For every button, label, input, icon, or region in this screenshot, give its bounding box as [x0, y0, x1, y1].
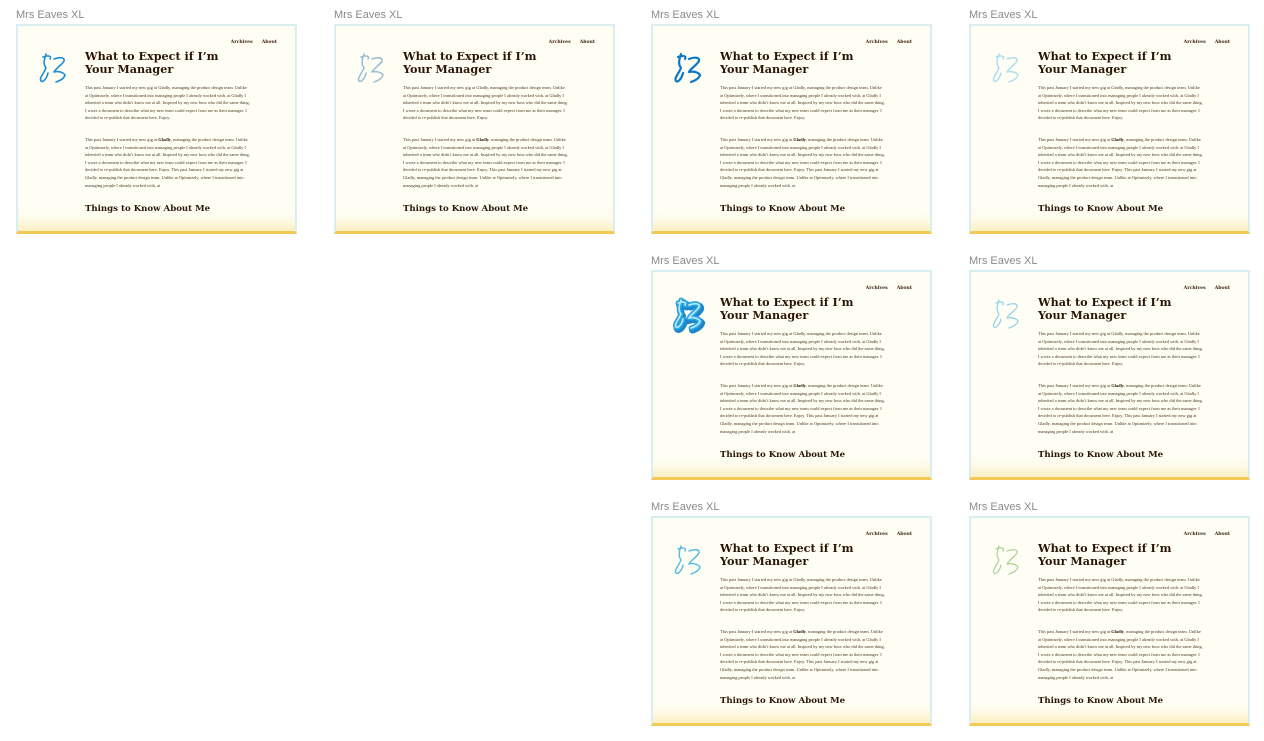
site-preview-frame[interactable]: Archives About What to Expect if I’m Your… [334, 24, 615, 234]
intro-paragraph: This past January I started my new gig a… [1038, 85, 1203, 121]
site-preview-frame[interactable]: Archives About What to Expect if I’m Your… [651, 270, 932, 480]
nav-archives-link[interactable]: Archives [866, 286, 888, 291]
site-preview-frame[interactable]: Archives About What to Expect if I’m Your… [16, 24, 297, 234]
section-heading: Things to Know About Me [720, 204, 846, 214]
body-paragraph: This past January I started my new gig a… [720, 383, 885, 434]
page-title: What to Expect if I’m Your Manager [1038, 541, 1172, 568]
frame-label[interactable]: Mrs Eaves XL [969, 9, 1037, 21]
nav-about-link[interactable]: About [897, 532, 912, 537]
nav-about-link[interactable]: About [1215, 286, 1230, 291]
nav-about-link[interactable]: About [1215, 532, 1230, 537]
nav-about-link[interactable]: About [897, 286, 912, 291]
site-preview-frame[interactable]: Archives About What to Expect if I’m Your… [969, 270, 1250, 480]
page-title: What to Expect if I’m Your Manager [1038, 49, 1172, 76]
body-paragraph: This past January I started my new gig a… [720, 629, 885, 680]
body-paragraph: This past January I started my new gig a… [403, 137, 568, 188]
jz-logo-icon[interactable] [669, 294, 709, 334]
site-nav: Archives About [549, 40, 595, 45]
page-title: What to Expect if I’m Your Manager [720, 49, 854, 76]
site-preview-frame[interactable]: Archives About What to Expect if I’m Your… [969, 24, 1250, 234]
frame-label[interactable]: Mrs Eaves XL [969, 255, 1037, 267]
page-title: What to Expect if I’m Your Manager [403, 49, 537, 76]
section-heading: Things to Know About Me [720, 696, 846, 706]
intro-paragraph: This past January I started my new gig a… [1038, 577, 1203, 613]
frame-label[interactable]: Mrs Eaves XL [334, 9, 402, 21]
site-nav: Archives About [1184, 532, 1230, 537]
section-heading: Things to Know About Me [1038, 696, 1164, 706]
frame-label[interactable]: Mrs Eaves XL [969, 501, 1037, 513]
site-preview-frame[interactable]: Archives About What to Expect if I’m Your… [969, 516, 1250, 726]
intro-paragraph: This past January I started my new gig a… [1038, 331, 1203, 367]
nav-archives-link[interactable]: Archives [549, 40, 571, 45]
page-title: What to Expect if I’m Your Manager [1038, 295, 1172, 322]
jz-logo-icon[interactable] [987, 48, 1027, 88]
section-heading: Things to Know About Me [1038, 450, 1164, 460]
body-paragraph: This past January I started my new gig a… [85, 137, 250, 188]
frame-label[interactable]: Mrs Eaves XL [651, 9, 719, 21]
nav-archives-link[interactable]: Archives [866, 40, 888, 45]
body-paragraph: This past January I started my new gig a… [1038, 629, 1203, 680]
nav-archives-link[interactable]: Archives [231, 40, 253, 45]
site-preview-frame[interactable]: Archives About What to Expect if I’m Your… [651, 516, 932, 726]
body-paragraph: This past January I started my new gig a… [720, 137, 885, 188]
page-title: What to Expect if I’m Your Manager [720, 295, 854, 322]
site-preview-frame[interactable]: Archives About What to Expect if I’m Your… [651, 24, 932, 234]
nav-about-link[interactable]: About [1215, 40, 1230, 45]
nav-archives-link[interactable]: Archives [866, 532, 888, 537]
jz-logo-icon[interactable] [987, 540, 1027, 580]
intro-paragraph: This past January I started my new gig a… [403, 85, 568, 121]
nav-about-link[interactable]: About [580, 40, 595, 45]
frame-label[interactable]: Mrs Eaves XL [651, 255, 719, 267]
intro-paragraph: This past January I started my new gig a… [720, 85, 885, 121]
site-nav: Archives About [866, 532, 912, 537]
page-title: What to Expect if I’m Your Manager [720, 541, 854, 568]
intro-paragraph: This past January I started my new gig a… [720, 577, 885, 613]
section-heading: Things to Know About Me [85, 204, 211, 214]
nav-about-link[interactable]: About [262, 40, 277, 45]
intro-paragraph: This past January I started my new gig a… [85, 85, 250, 121]
nav-archives-link[interactable]: Archives [1184, 286, 1206, 291]
intro-paragraph: This past January I started my new gig a… [720, 331, 885, 367]
jz-logo-icon[interactable] [987, 294, 1027, 334]
body-paragraph: This past January I started my new gig a… [1038, 383, 1203, 434]
site-nav: Archives About [866, 286, 912, 291]
body-paragraph: This past January I started my new gig a… [1038, 137, 1203, 188]
page-title: What to Expect if I’m Your Manager [85, 49, 219, 76]
section-heading: Things to Know About Me [1038, 204, 1164, 214]
jz-logo-icon[interactable] [669, 540, 709, 580]
jz-logo-icon[interactable] [352, 48, 392, 88]
site-nav: Archives About [1184, 286, 1230, 291]
site-nav: Archives About [231, 40, 277, 45]
section-heading: Things to Know About Me [720, 450, 846, 460]
nav-about-link[interactable]: About [897, 40, 912, 45]
jz-logo-icon[interactable] [34, 48, 74, 88]
site-nav: Archives About [866, 40, 912, 45]
site-nav: Archives About [1184, 40, 1230, 45]
frame-label[interactable]: Mrs Eaves XL [16, 9, 84, 21]
section-heading: Things to Know About Me [403, 204, 529, 214]
frame-label[interactable]: Mrs Eaves XL [651, 501, 719, 513]
nav-archives-link[interactable]: Archives [1184, 40, 1206, 45]
nav-archives-link[interactable]: Archives [1184, 532, 1206, 537]
jz-logo-icon[interactable] [669, 48, 709, 88]
